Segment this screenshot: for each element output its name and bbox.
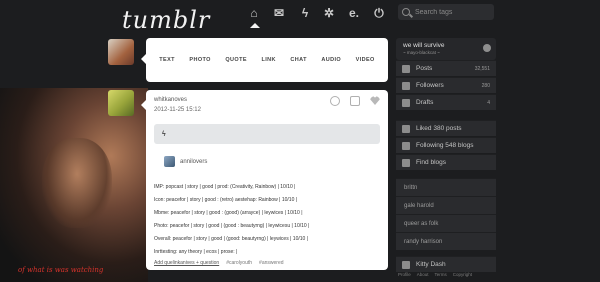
tumblr-logo[interactable]: tumblr <box>122 6 210 34</box>
reblog-name[interactable]: annilovers <box>180 159 207 165</box>
footer-link[interactable]: Profile <box>398 272 411 277</box>
lightning-icon[interactable]: ϟ <box>298 6 312 20</box>
sidebar-item-label: Posts <box>416 65 433 72</box>
sidebar-item-kitty-dash[interactable]: Kitty Dash <box>396 256 496 272</box>
blog-name[interactable]: we will survive <box>403 42 445 49</box>
post-type-audio-button[interactable]: AUDIO <box>321 57 341 63</box>
search-input[interactable] <box>415 8 485 16</box>
post-tag[interactable]: #carolyouth <box>226 260 252 266</box>
sidebar-item-label: Kitty Dash <box>416 261 446 268</box>
heart-icon <box>402 124 410 133</box>
post-tags: Add quelinkanives + question #carolyouth… <box>154 260 284 266</box>
sidebar-item-count: 4 <box>487 99 490 106</box>
kitty-icon <box>402 260 410 269</box>
post-tag[interactable]: #answered <box>259 260 283 266</box>
post-type-label: AUDIO <box>321 57 342 63</box>
post-type-label: LINK <box>261 57 276 63</box>
drafts-icon <box>402 98 410 107</box>
recommended-blog[interactable]: brittn <box>396 178 496 196</box>
post-quote: ϟ <box>154 124 380 144</box>
search-box[interactable] <box>398 4 494 20</box>
followers-icon <box>402 81 410 90</box>
sidebar-item-label: Drafts <box>416 99 434 106</box>
sidebar-item-label: Liked 380 posts <box>416 125 462 132</box>
camera-icon[interactable] <box>350 96 360 106</box>
gear-icon[interactable]: ✲ <box>322 6 336 20</box>
post-text-line: Icon: peacefor | story | good : (retro) … <box>154 197 298 203</box>
posts-icon <box>402 64 410 73</box>
post-type-quote-button[interactable]: QUOTE <box>225 57 247 63</box>
recommended-blog[interactable]: gale harold <box>396 196 496 214</box>
following-icon <box>402 141 410 150</box>
post-type-chat-button[interactable]: CHAT <box>290 57 306 63</box>
post-type-video-button[interactable]: VIDEO <box>356 57 375 63</box>
sidebar-item-label: Followers <box>416 82 444 89</box>
sidebar-item-label: Find blogs <box>416 159 446 166</box>
footer-links: Profile About Terms Copyright <box>398 272 472 277</box>
post-type-label: CHAT <box>290 57 307 63</box>
footer-link[interactable]: Copyright <box>453 272 472 277</box>
post-type-link-button[interactable]: LINK <box>261 57 275 63</box>
search-icon <box>402 8 410 16</box>
background-collage: of what is was watching <box>0 88 148 282</box>
house-icon[interactable]: ⌂ <box>247 6 261 20</box>
post-text-line: IMP: popcast | story | good | prod: (Cre… <box>154 184 296 190</box>
sidebar-item-followers[interactable]: Followers 280 <box>396 77 496 93</box>
power-icon[interactable]: ⏻ <box>372 6 386 20</box>
blog-url: ~ mayo-blackcat ~ <box>403 50 440 55</box>
reply-icon[interactable] <box>330 96 340 106</box>
blog-header[interactable]: we will survive ~ mayo-blackcat ~ <box>396 38 496 60</box>
quote-mark: ϟ <box>162 130 166 138</box>
post-text-line: Photo: peacefor | story | good | (good :… <box>154 223 310 229</box>
post-type-bar: TEXT PHOTO QUOTE LINK CHAT AUDIO VIDEO <box>146 38 388 82</box>
post-text-line: Mbme: peacefor | story | good : (good) (… <box>154 210 303 216</box>
post-type-text-button[interactable]: TEXT <box>159 57 175 63</box>
post-author[interactable]: whitkanoves <box>154 97 187 103</box>
reblog-source: annilovers <box>164 156 207 167</box>
footer-link[interactable]: Terms <box>435 272 447 277</box>
mail-icon[interactable]: ✉ <box>272 6 286 20</box>
sidebar-item-posts[interactable]: Posts 32,551 <box>396 60 496 76</box>
blog-gear-icon[interactable] <box>483 44 491 52</box>
user-avatar[interactable] <box>108 39 134 65</box>
footer-link[interactable]: About <box>417 272 429 277</box>
sidebar-item-find-blogs[interactable]: Find blogs <box>396 154 496 170</box>
explore-e-icon[interactable]: e. <box>347 6 361 20</box>
sidebar-item-liked[interactable]: Liked 380 posts <box>396 120 496 136</box>
sidebar-item-count: 280 <box>481 82 490 89</box>
post-type-label: TEXT <box>159 57 175 63</box>
collage-caption: of what is was watching <box>18 266 104 274</box>
heart-icon[interactable] <box>370 96 380 105</box>
post-tag[interactable]: Add quelinkanives + question <box>154 260 219 266</box>
post-card: whitkanoves 2012-11-25 15:12 ϟ annilover… <box>146 90 388 270</box>
post-date: 2012-11-25 15:12 <box>154 107 201 113</box>
sidebar-item-drafts[interactable]: Drafts 4 <box>396 94 496 110</box>
sidebar-item-count: 32,551 <box>474 65 490 72</box>
post-author-avatar[interactable] <box>108 90 134 116</box>
post-text-line: Inrttesting: any theory | ecos | prose: … <box>154 249 238 255</box>
post-type-label: VIDEO <box>355 57 375 63</box>
collage-figure <box>42 138 112 228</box>
find-blogs-icon <box>402 158 410 167</box>
recommended-blog[interactable]: randy harrison <box>396 232 496 250</box>
nav-active-caret <box>250 23 260 28</box>
post-controls <box>330 96 380 106</box>
recommended-blog[interactable]: queer as folk <box>396 214 496 232</box>
post-type-photo-button[interactable]: PHOTO <box>189 57 210 63</box>
post-text-line: Overall: peacefor | story | good | (good… <box>154 236 308 242</box>
sidebar-item-following[interactable]: Following 548 blogs <box>396 137 496 153</box>
post-type-label: QUOTE <box>225 57 247 63</box>
sidebar-item-label: Following 548 blogs <box>416 142 474 149</box>
reblog-avatar[interactable] <box>164 156 175 167</box>
post-type-label: PHOTO <box>189 57 211 63</box>
